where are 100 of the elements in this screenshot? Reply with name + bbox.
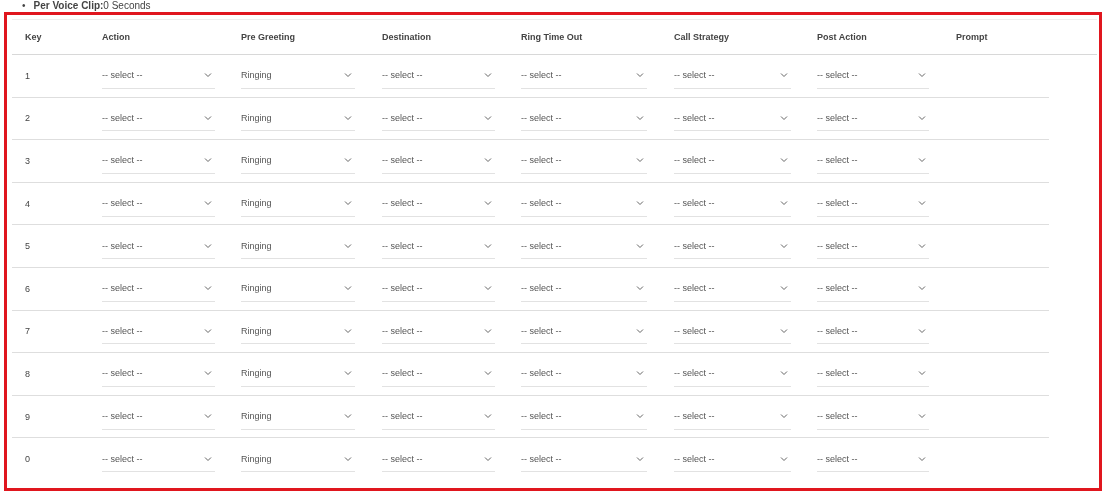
chevron-down-icon xyxy=(484,455,492,462)
select-dropdown[interactable]: -- select -- xyxy=(102,403,215,430)
chevron-down-icon xyxy=(636,285,644,292)
chevron-down-icon xyxy=(484,242,492,249)
chevron-down-icon xyxy=(204,157,212,164)
select-dropdown[interactable]: -- select -- xyxy=(102,275,215,302)
chevron-down-icon xyxy=(636,157,644,164)
key-cell-text: 4 xyxy=(25,198,31,209)
select-dropdown[interactable]: -- select -- xyxy=(817,190,929,217)
select-dropdown[interactable]: -- select -- xyxy=(817,360,929,387)
chevron-down-icon xyxy=(918,157,926,164)
chevron-down-icon xyxy=(636,72,644,79)
chevron-down-icon xyxy=(484,72,492,79)
chevron-down-icon xyxy=(780,285,788,292)
select-dropdown[interactable]: -- select -- xyxy=(102,318,215,345)
select-dropdown[interactable]: -- select -- xyxy=(674,318,791,345)
select-dropdown[interactable]: -- select -- xyxy=(674,403,791,430)
select-dropdown[interactable]: -- select -- xyxy=(102,190,215,217)
select-dropdown[interactable]: -- select -- xyxy=(382,318,495,345)
select-dropdown[interactable]: -- select -- xyxy=(382,148,495,174)
chevron-down-icon xyxy=(484,370,492,377)
chevron-down-icon xyxy=(780,157,788,164)
chevron-down-icon xyxy=(204,327,212,334)
select-dropdown[interactable]: -- select -- xyxy=(817,105,929,132)
select-dropdown[interactable]: -- select -- xyxy=(674,233,791,260)
select-dropdown[interactable]: -- select -- xyxy=(674,360,791,387)
chevron-down-icon xyxy=(780,114,788,121)
select-dropdown[interactable]: -- select -- xyxy=(521,446,647,473)
select-dropdown[interactable]: -- select -- xyxy=(521,233,647,260)
column-header: Pre Greeting xyxy=(241,32,297,42)
chevron-down-icon xyxy=(484,157,492,164)
select-dropdown[interactable]: Ringing xyxy=(241,360,355,387)
select-dropdown[interactable]: -- select -- xyxy=(817,446,929,473)
select-dropdown[interactable]: -- select -- xyxy=(102,62,215,89)
select-dropdown[interactable]: -- select -- xyxy=(102,233,215,260)
select-dropdown[interactable]: -- select -- xyxy=(674,446,791,473)
chevron-down-icon xyxy=(344,200,352,207)
select-dropdown[interactable]: -- select -- xyxy=(674,275,791,302)
chevron-down-icon xyxy=(918,200,926,207)
chevron-down-icon xyxy=(918,114,926,121)
select-dropdown[interactable]: Ringing xyxy=(241,233,355,260)
select-dropdown[interactable]: -- select -- xyxy=(382,190,495,217)
column-header: Ring Time Out xyxy=(521,32,584,42)
select-dropdown[interactable]: -- select -- xyxy=(521,275,647,302)
key-cell-text: 8 xyxy=(25,368,31,379)
select-dropdown[interactable]: -- select -- xyxy=(382,403,495,430)
select-dropdown[interactable]: -- select -- xyxy=(102,148,215,174)
chevron-down-icon xyxy=(636,370,644,377)
select-dropdown[interactable]: -- select -- xyxy=(817,403,929,430)
chevron-down-icon xyxy=(484,200,492,207)
select-dropdown[interactable]: -- select -- xyxy=(521,148,647,174)
select-dropdown[interactable]: -- select -- xyxy=(382,275,495,302)
select-dropdown[interactable]: -- select -- xyxy=(382,105,495,132)
select-dropdown[interactable]: Ringing xyxy=(241,148,355,174)
select-dropdown[interactable]: -- select -- xyxy=(817,148,929,174)
chevron-down-icon xyxy=(344,455,352,462)
key-cell-text: 2 xyxy=(25,113,31,124)
chevron-down-icon xyxy=(636,455,644,462)
select-dropdown[interactable]: -- select -- xyxy=(674,148,791,174)
column-header: Post Action xyxy=(817,32,868,42)
chevron-down-icon xyxy=(780,200,788,207)
select-dropdown[interactable]: -- select -- xyxy=(521,318,647,345)
chevron-down-icon xyxy=(344,72,352,79)
select-dropdown[interactable]: -- select -- xyxy=(521,62,647,89)
select-dropdown[interactable]: -- select -- xyxy=(102,446,215,473)
chevron-down-icon xyxy=(484,413,492,420)
select-dropdown[interactable]: Ringing xyxy=(241,190,355,217)
select-dropdown[interactable]: -- select -- xyxy=(817,233,929,260)
chevron-down-icon xyxy=(780,327,788,334)
select-dropdown[interactable]: -- select -- xyxy=(382,360,495,387)
select-dropdown[interactable]: Ringing xyxy=(241,318,355,345)
chevron-down-icon xyxy=(204,413,212,420)
select-dropdown[interactable]: -- select -- xyxy=(674,190,791,217)
select-dropdown[interactable]: Ringing xyxy=(241,105,355,132)
select-dropdown[interactable]: -- select -- xyxy=(817,318,929,345)
select-dropdown[interactable]: -- select -- xyxy=(102,105,215,132)
select-dropdown[interactable]: -- select -- xyxy=(674,62,791,89)
select-dropdown[interactable]: -- select -- xyxy=(674,105,791,132)
select-dropdown[interactable]: Ringing xyxy=(241,275,355,302)
select-dropdown[interactable]: -- select -- xyxy=(521,403,647,430)
chevron-down-icon xyxy=(204,285,212,292)
select-dropdown[interactable]: -- select -- xyxy=(382,62,495,89)
chevron-down-icon xyxy=(636,114,644,121)
select-dropdown[interactable]: -- select -- xyxy=(521,190,647,217)
select-dropdown[interactable]: -- select -- xyxy=(521,105,647,132)
select-dropdown[interactable]: -- select -- xyxy=(817,275,929,302)
select-dropdown[interactable]: -- select -- xyxy=(102,360,215,387)
select-dropdown[interactable]: -- select -- xyxy=(521,360,647,387)
chevron-down-icon xyxy=(204,370,212,377)
select-dropdown[interactable]: Ringing xyxy=(241,446,355,473)
key-cell-text: 7 xyxy=(25,326,31,337)
select-dropdown[interactable]: -- select -- xyxy=(382,446,495,473)
select-dropdown[interactable]: Ringing xyxy=(241,62,355,89)
chevron-down-icon xyxy=(344,370,352,377)
select-dropdown[interactable]: -- select -- xyxy=(382,233,495,260)
select-dropdown[interactable]: Ringing xyxy=(241,403,355,430)
voice-clip-note: Per Voice Clip:0 Seconds xyxy=(33,0,151,12)
chevron-down-icon xyxy=(636,327,644,334)
select-dropdown[interactable]: -- select -- xyxy=(817,62,929,89)
chevron-down-icon xyxy=(636,242,644,249)
